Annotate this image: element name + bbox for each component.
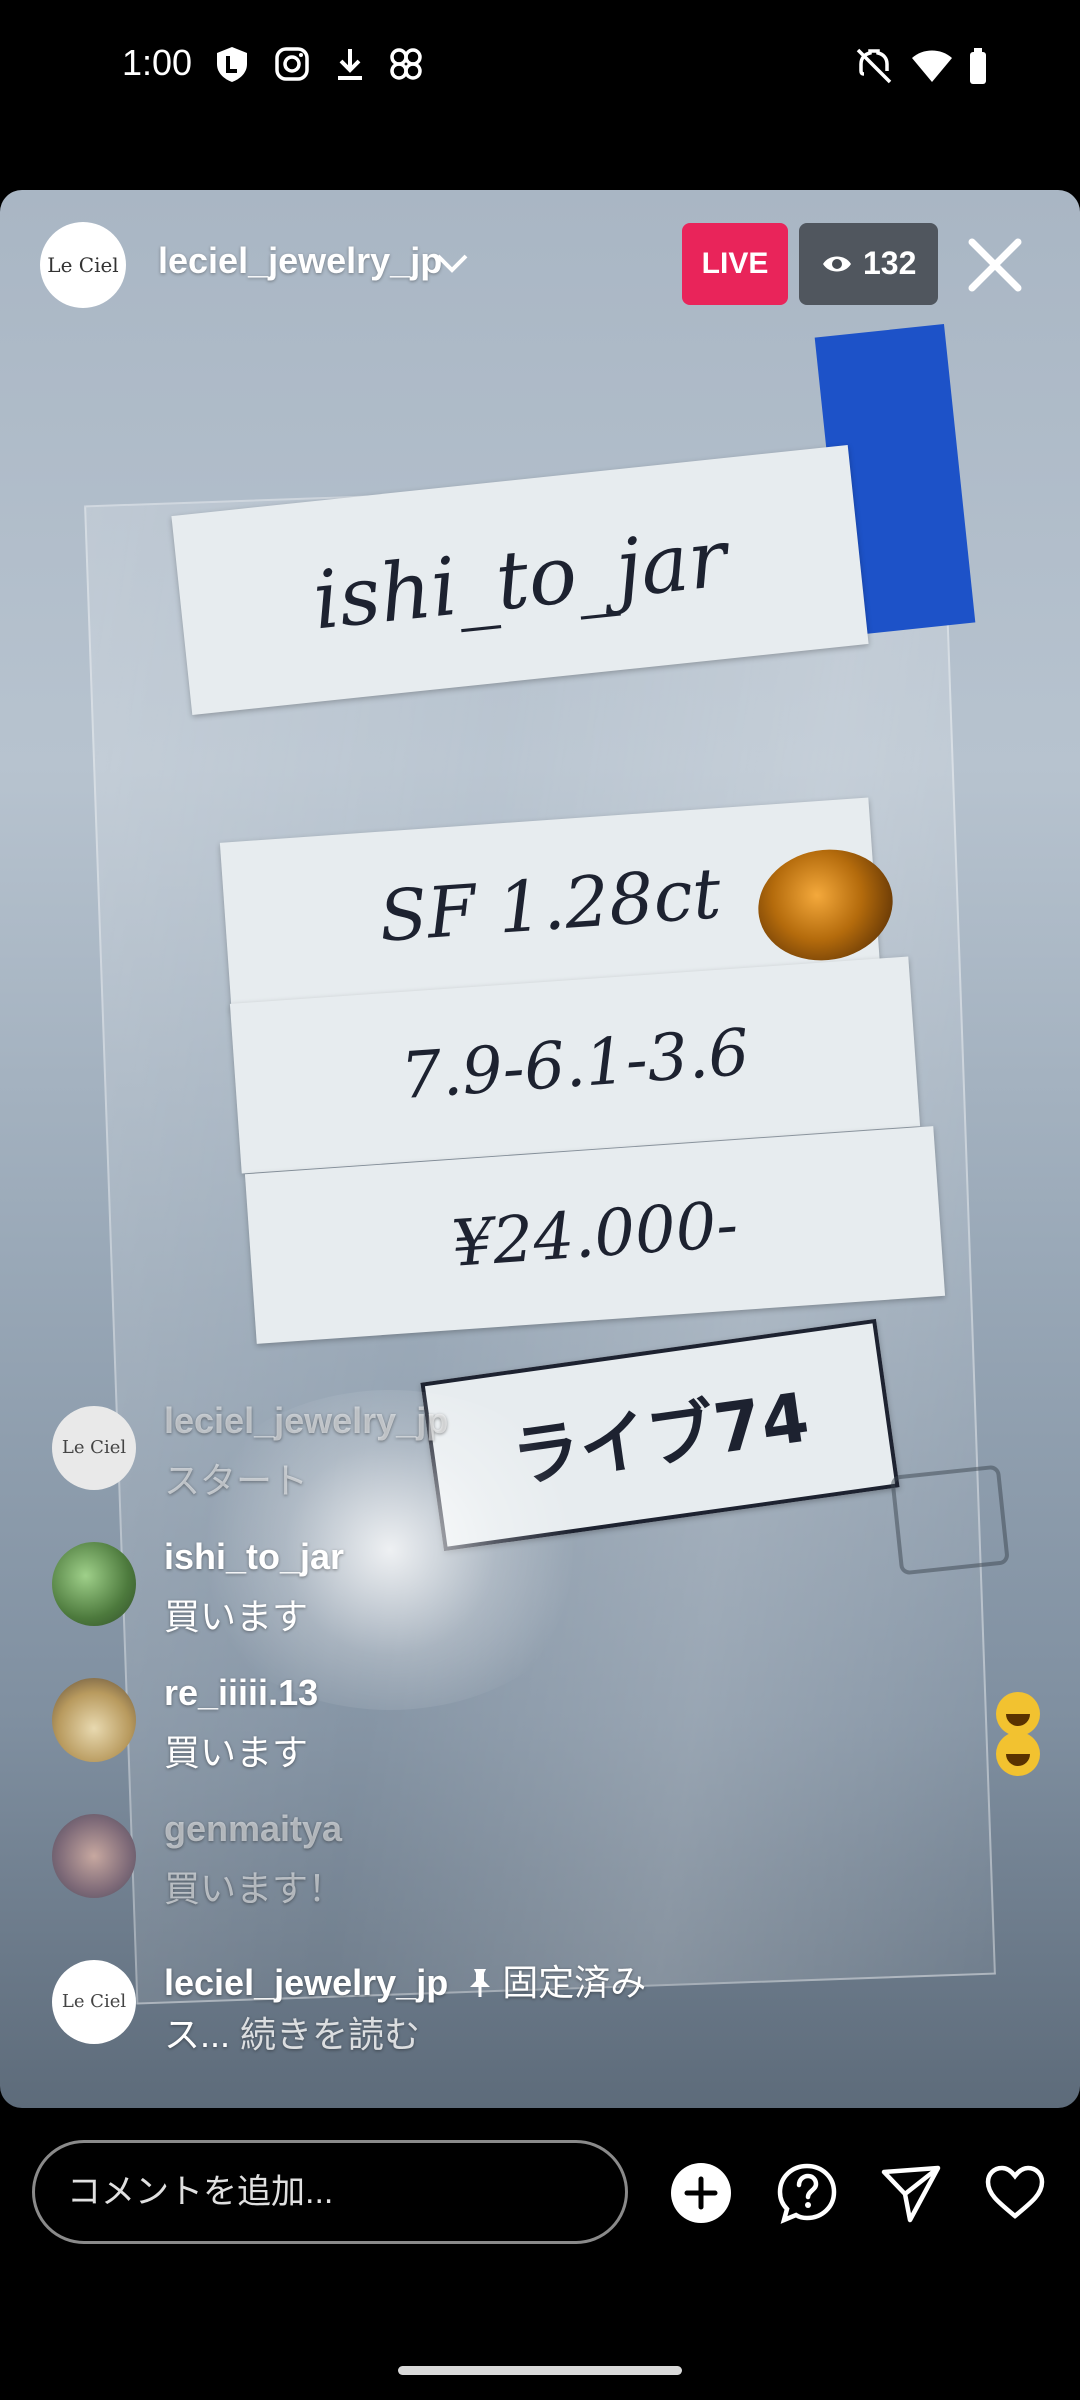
eye-icon (823, 256, 851, 272)
pinned-comment-text: ス... (164, 2014, 231, 2055)
comment-avatar[interactable]: Le Ciel (52, 1960, 136, 2044)
comment-text: 買います！ (164, 1868, 345, 1909)
comment-avatar[interactable]: Le Ciel (52, 1406, 136, 1490)
instagram-icon (275, 47, 309, 81)
comment-avatar[interactable] (52, 1542, 136, 1626)
laughing-emoji-icon (996, 1732, 1040, 1776)
comment-username[interactable]: ishi_to_jar (164, 1536, 344, 1578)
heart-icon[interactable] (984, 2162, 1046, 2224)
live-badge: LIVE (682, 223, 788, 305)
emoji-reactions (996, 1692, 1044, 1776)
comment-avatar[interactable] (52, 1814, 136, 1898)
comment-item[interactable]: re_iiiii.13 買います (52, 1672, 952, 1788)
comment-username[interactable]: genmaitya (164, 1808, 342, 1850)
comment-text: スタート (164, 1460, 309, 1501)
viewer-count-badge[interactable]: 132 (799, 223, 938, 305)
read-more-link[interactable]: 続きを読む (240, 2014, 420, 2055)
add-icon[interactable] (670, 2162, 732, 2224)
viewer-count: 132 (863, 245, 917, 281)
chevron-down-icon[interactable] (432, 248, 472, 278)
pin-icon (470, 1969, 491, 1997)
host-avatar[interactable]: Le Ciel (40, 222, 126, 308)
mute-icon (856, 48, 892, 84)
comment-avatar[interactable] (52, 1678, 136, 1762)
question-icon[interactable] (776, 2162, 838, 2224)
battery-icon (970, 48, 986, 84)
pinned-comment[interactable]: Le Ciel leciel_jewelry_jp 固定済み ス... 続きを読む (52, 1960, 952, 2070)
comment-username[interactable]: re_iiiii.13 (164, 1672, 318, 1714)
laughing-emoji-icon (996, 1692, 1040, 1736)
comment-username[interactable]: leciel_jewelry_jp (164, 1962, 448, 2003)
pinned-label: 固定済み (502, 1962, 647, 2003)
status-time: 1:00 (122, 42, 193, 83)
home-indicator[interactable] (398, 2366, 682, 2375)
comment-text: ス... 続きを読む (164, 2006, 420, 2058)
comment-username[interactable]: leciel_jewelry_jp (164, 1400, 448, 1442)
comment-item[interactable]: Le Ciel leciel_jewelry_jp スタート (52, 1400, 952, 1516)
comment-item[interactable]: ishi_to_jar 買います (52, 1536, 952, 1652)
comment-text: 買います (164, 1596, 309, 1637)
wifi-icon (912, 50, 952, 82)
pinned-comment-header: leciel_jewelry_jp 固定済み (164, 1954, 646, 2006)
close-icon[interactable] (962, 232, 1028, 298)
host-name[interactable]: leciel_jewelry_jp (158, 240, 442, 282)
pinwheel-icon (390, 48, 422, 80)
send-icon[interactable] (880, 2162, 942, 2224)
download-icon (338, 49, 362, 80)
comment-text: 買います (164, 1732, 309, 1773)
comment-item[interactable]: genmaitya 買います！ (52, 1808, 952, 1924)
status-bar: 1:00 (0, 0, 1080, 135)
comment-input[interactable]: コメントを追加... (32, 2140, 628, 2244)
shield-l-icon (217, 47, 247, 82)
